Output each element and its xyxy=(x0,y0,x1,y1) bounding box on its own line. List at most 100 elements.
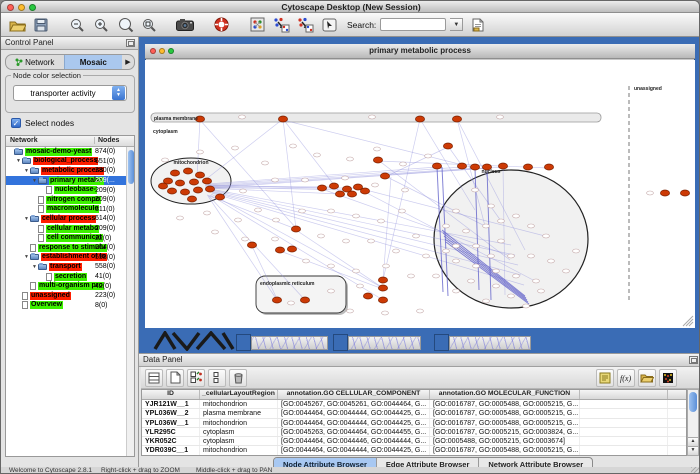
tree-row[interactable]: Overview8(0) xyxy=(6,301,134,311)
network-node[interactable] xyxy=(508,254,515,258)
network-canvas[interactable]: plasma membranecytoplasmmitochondrionnuc… xyxy=(145,60,695,328)
network-node[interactable] xyxy=(347,309,354,313)
tree-row-label[interactable]: macromolecule xyxy=(46,205,99,213)
table-cell[interactable]: mitochondrion xyxy=(200,419,278,427)
network-node[interactable] xyxy=(302,178,309,182)
table-cell[interactable]: YPL036W__1 xyxy=(142,419,200,427)
network-node[interactable] xyxy=(239,115,246,119)
background-frame-fragment[interactable] xyxy=(434,334,531,351)
table-cell[interactable]: [GO:0045267, GO:0045261, GO:0044464, G..… xyxy=(278,400,430,408)
new-attribute-icon[interactable] xyxy=(166,369,184,387)
tree-row[interactable]: ▼transport558(0) xyxy=(6,262,134,272)
scroll-up-icon[interactable]: ▲ xyxy=(688,437,698,446)
zoom-in-icon[interactable] xyxy=(91,15,111,34)
table-column-header[interactable]: ID xyxy=(142,390,200,399)
network-node[interactable] xyxy=(408,274,415,278)
tree-row[interactable]: unassigned223(0) xyxy=(6,291,134,301)
tree-row[interactable]: ▼metabolic process280(0) xyxy=(6,166,134,176)
network-node[interactable] xyxy=(180,189,189,195)
network-node[interactable] xyxy=(175,180,184,186)
network-node[interactable] xyxy=(548,259,555,263)
network-node[interactable] xyxy=(498,239,505,243)
open-session-icon[interactable] xyxy=(7,15,27,34)
attribute-batch-icon[interactable] xyxy=(187,369,205,387)
tree-row[interactable]: cell communicat22(0) xyxy=(6,233,134,243)
network-node[interactable] xyxy=(342,176,349,180)
network-node[interactable] xyxy=(272,237,279,241)
network-node[interactable] xyxy=(523,164,532,170)
scroll-down-icon[interactable]: ▼ xyxy=(688,446,698,455)
network-node[interactable] xyxy=(513,214,520,218)
tree-expand-icon[interactable]: ▼ xyxy=(31,178,38,184)
network-node[interactable] xyxy=(205,186,214,192)
network-node[interactable] xyxy=(247,242,256,248)
network-node[interactable] xyxy=(523,304,530,308)
node-color-combobox[interactable]: transporter activity ▲▼ xyxy=(13,85,127,101)
attribute-notes-icon[interactable] xyxy=(596,369,614,387)
network-node[interactable] xyxy=(378,285,387,291)
network-node[interactable] xyxy=(291,226,300,232)
network-node[interactable] xyxy=(563,269,570,273)
network-node[interactable] xyxy=(232,146,239,150)
table-cell[interactable]: [GO:0044464, GO:0044444, GO:0044425, G..… xyxy=(278,409,430,417)
table-row[interactable]: YDR039C__1mitochondrion[GO:0044464, GO:0… xyxy=(142,446,686,455)
table-cell[interactable]: [GO:0005488, GO:0005215, GO:0003674] xyxy=(430,437,580,445)
tree-expand-icon[interactable]: ▼ xyxy=(23,254,30,260)
network-node[interactable] xyxy=(317,185,326,191)
tree-expand-icon[interactable]: ▼ xyxy=(23,216,30,222)
delete-attribute-icon[interactable] xyxy=(229,369,247,387)
network-node[interactable] xyxy=(195,172,204,178)
network-node[interactable] xyxy=(303,259,310,263)
tree-row-label[interactable]: secretion xyxy=(54,273,87,281)
tree-row[interactable]: nitrogen compo209(0) xyxy=(6,195,134,205)
table-row[interactable]: YJR121W__1mitochondrion[GO:0045267, GO:0… xyxy=(142,400,686,409)
network-node[interactable] xyxy=(177,216,184,220)
network-node[interactable] xyxy=(538,289,545,293)
network-node[interactable] xyxy=(300,297,309,303)
table-cell[interactable]: YKR052C xyxy=(142,437,200,445)
network-node[interactable] xyxy=(202,178,211,184)
network-node[interactable] xyxy=(360,188,369,194)
network-node[interactable] xyxy=(347,191,356,197)
network-node[interactable] xyxy=(453,259,460,263)
table-cell[interactable] xyxy=(580,446,668,454)
network-node[interactable] xyxy=(453,289,460,293)
apply-layout-b-icon[interactable] xyxy=(295,15,315,34)
float-data-panel-icon[interactable] xyxy=(689,356,698,364)
import-attributes-icon[interactable] xyxy=(638,369,656,387)
network-node[interactable] xyxy=(167,188,176,194)
table-cell[interactable] xyxy=(580,419,668,427)
network-node[interactable] xyxy=(357,284,364,288)
network-node[interactable] xyxy=(318,234,325,238)
network-node[interactable] xyxy=(488,254,495,258)
tab-network[interactable]: Network xyxy=(6,55,64,69)
network-node[interactable] xyxy=(533,279,540,283)
network-node[interactable] xyxy=(369,115,376,119)
network-node[interactable] xyxy=(453,244,460,248)
table-cell[interactable]: YJR121W__1 xyxy=(142,400,200,408)
tree-row-label[interactable]: nucleobase- xyxy=(54,186,97,194)
network-node[interactable] xyxy=(240,189,247,193)
search-dropdown-arrow[interactable]: ▼ xyxy=(450,18,463,31)
network-edge[interactable] xyxy=(208,167,462,185)
network-node[interactable] xyxy=(290,144,297,148)
network-node[interactable] xyxy=(463,229,470,233)
network-node[interactable] xyxy=(378,277,387,283)
tree-row-label[interactable]: multi-organism pro xyxy=(38,282,104,290)
window-titlebar[interactable]: Cytoscape Desktop (New Session) xyxy=(1,1,700,13)
zoom-out-icon[interactable] xyxy=(67,15,87,34)
network-node[interactable] xyxy=(425,154,432,158)
network-node[interactable] xyxy=(493,284,500,288)
network-node[interactable] xyxy=(353,269,360,273)
network-node[interactable] xyxy=(288,301,295,305)
table-cell[interactable] xyxy=(580,428,668,436)
tree-row-label[interactable]: Overview xyxy=(30,301,63,309)
network-node[interactable] xyxy=(399,209,406,213)
heatmap-icon[interactable] xyxy=(659,369,677,387)
network-node[interactable] xyxy=(328,209,335,213)
network-node[interactable] xyxy=(278,116,287,122)
canvas-resize-grip[interactable] xyxy=(683,316,693,326)
table-column-header[interactable]: annotation.GO MOLECULAR_FUNCTION xyxy=(430,390,580,399)
table-row[interactable]: YPL036W__2plasma membrane[GO:0044464, GO… xyxy=(142,409,686,418)
attribute-list-icon[interactable] xyxy=(208,369,226,387)
